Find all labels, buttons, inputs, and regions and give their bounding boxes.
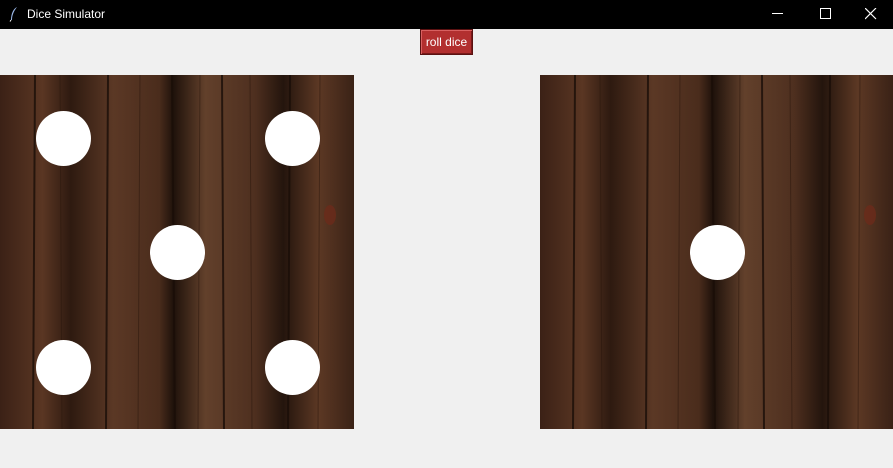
close-icon	[865, 8, 877, 20]
title-bar: Dice Simulator	[0, 0, 893, 29]
die-pip	[149, 224, 205, 280]
close-button[interactable]	[848, 0, 893, 29]
die-pip	[35, 110, 91, 166]
maximize-icon	[820, 8, 831, 19]
minimize-icon	[772, 13, 783, 14]
roll-dice-button[interactable]: roll dice	[420, 29, 473, 55]
die-pip	[689, 224, 745, 280]
left-die	[0, 75, 354, 429]
maximize-button[interactable]	[803, 0, 849, 29]
minimize-button[interactable]	[755, 0, 801, 29]
window-title: Dice Simulator	[27, 7, 106, 21]
die-pip	[264, 110, 320, 166]
die-pip	[35, 339, 91, 395]
feather-icon	[8, 6, 20, 22]
right-die	[540, 75, 893, 429]
die-pip	[264, 339, 320, 395]
